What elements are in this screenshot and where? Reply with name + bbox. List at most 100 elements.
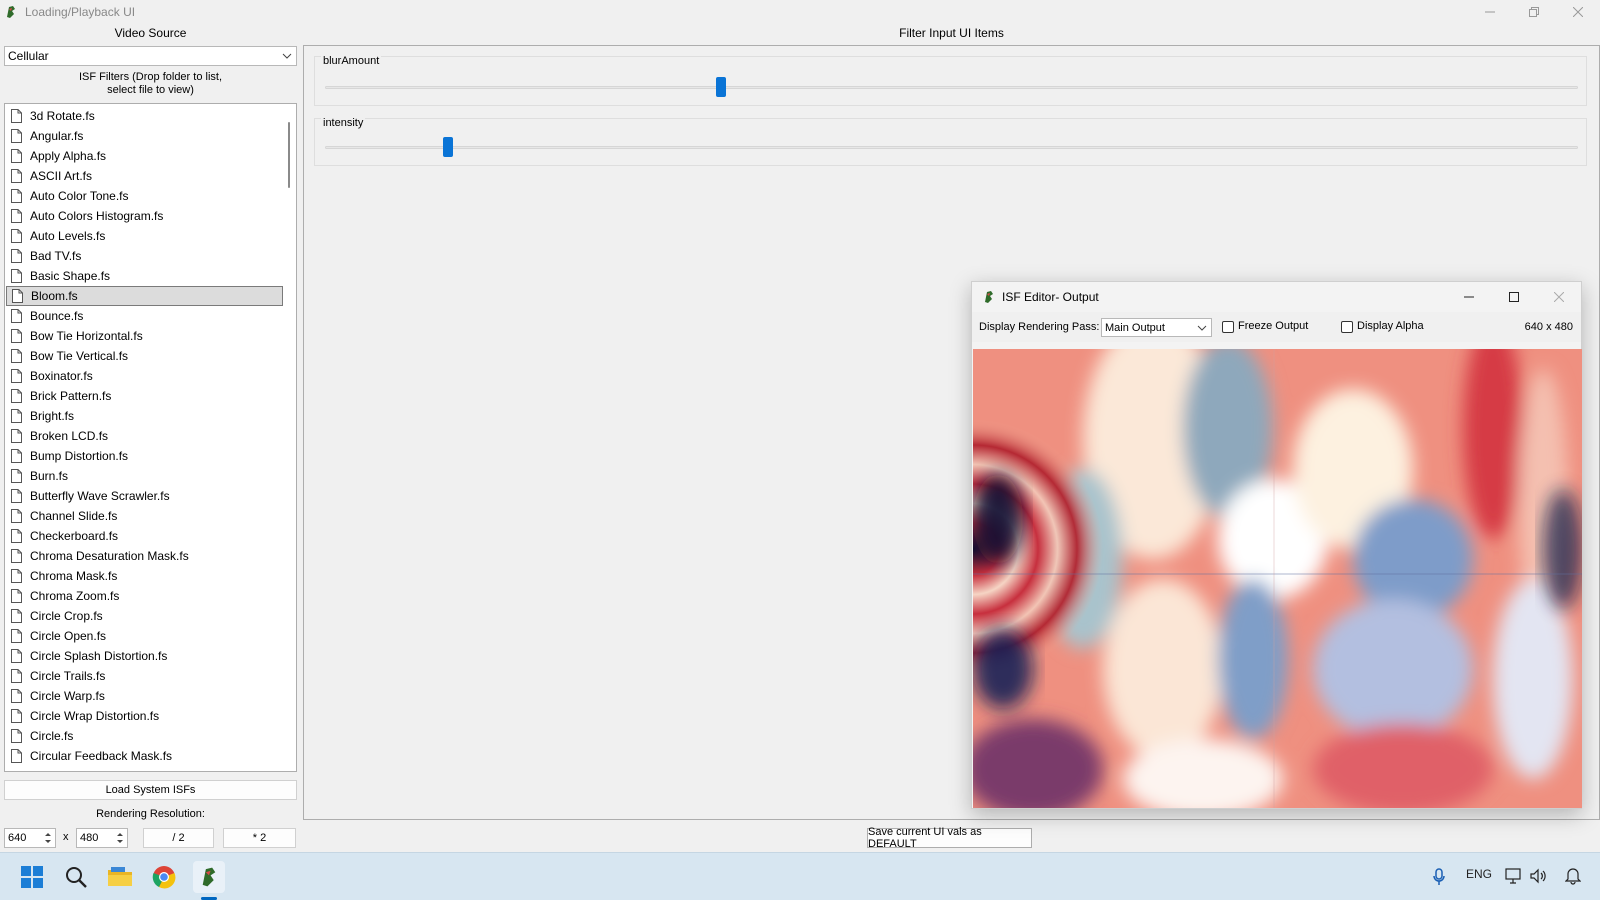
x-label: x bbox=[63, 831, 69, 843]
blur-amount-slider[interactable] bbox=[715, 77, 726, 97]
list-item[interactable]: Circle Warp.fs bbox=[6, 686, 283, 706]
list-item[interactable]: Circle Splash Distortion.fs bbox=[6, 646, 283, 666]
list-item[interactable]: Chroma Desaturation Mask.fs bbox=[6, 546, 283, 566]
chrome-icon bbox=[152, 866, 176, 889]
list-item[interactable]: ASCII Art.fs bbox=[6, 166, 283, 186]
rendering-pass-select[interactable]: Main Output bbox=[1101, 318, 1212, 337]
list-item[interactable]: Circular Feedback Mask.fs bbox=[6, 746, 283, 766]
list-item[interactable]: Apply Alpha.fs bbox=[6, 146, 283, 166]
output-window: ISF Editor- Output Display Rendering Pas… bbox=[971, 281, 1582, 809]
list-item[interactable]: Bow Tie Vertical.fs bbox=[6, 346, 283, 366]
list-item[interactable]: Chroma Zoom.fs bbox=[6, 586, 283, 606]
search-button[interactable] bbox=[60, 861, 92, 893]
volume-icon[interactable] bbox=[1530, 868, 1548, 884]
file-icon bbox=[11, 529, 22, 543]
file-icon bbox=[11, 209, 22, 223]
file-name: Butterfly Wave Scrawler.fs bbox=[30, 489, 170, 503]
file-name: Broken LCD.fs bbox=[30, 429, 109, 443]
intensity-track[interactable] bbox=[325, 146, 1578, 149]
file-name: Basic Shape.fs bbox=[30, 269, 111, 283]
file-name: Circle Warp.fs bbox=[30, 689, 105, 703]
file-name: Angular.fs bbox=[30, 129, 84, 143]
restore-button[interactable] bbox=[1512, 0, 1556, 24]
close-icon bbox=[1573, 7, 1583, 17]
list-item[interactable]: Bright.fs bbox=[6, 406, 283, 426]
width-value: 640 bbox=[8, 832, 27, 844]
notification-bell-icon[interactable] bbox=[1565, 867, 1581, 885]
minimize-button[interactable] bbox=[1468, 0, 1512, 24]
halve-resolution-button[interactable]: / 2 bbox=[143, 828, 214, 848]
list-item[interactable]: Circle Trails.fs bbox=[6, 666, 283, 686]
list-item[interactable]: Auto Colors Histogram.fs bbox=[6, 206, 283, 226]
file-name: Bloom.fs bbox=[31, 289, 78, 303]
height-spinbox[interactable]: 480 bbox=[76, 828, 128, 848]
rendering-pass-label: Display Rendering Pass: bbox=[979, 321, 1100, 333]
list-item[interactable]: Burn.fs bbox=[6, 466, 283, 486]
list-item[interactable]: Circle.fs bbox=[6, 726, 283, 746]
list-item[interactable]: Bump Distortion.fs bbox=[6, 446, 283, 466]
display-alpha-label: Display Alpha bbox=[1357, 320, 1424, 332]
list-item[interactable]: Auto Color Tone.fs bbox=[6, 186, 283, 206]
file-icon bbox=[11, 569, 22, 583]
list-item[interactable]: Chroma Mask.fs bbox=[6, 566, 283, 586]
display-alpha-checkbox[interactable] bbox=[1341, 321, 1353, 333]
list-item[interactable]: Bloom.fs bbox=[6, 286, 283, 306]
window-title: Loading/Playback UI bbox=[25, 5, 136, 19]
search-icon bbox=[66, 867, 87, 888]
spin-arrows-icon[interactable] bbox=[43, 830, 53, 846]
list-item[interactable]: Brick Pattern.fs bbox=[6, 386, 283, 406]
file-name: Circle.fs bbox=[30, 729, 74, 743]
language-indicator[interactable]: ENG bbox=[1466, 867, 1492, 881]
blur-amount-label: blurAmount bbox=[321, 55, 382, 67]
start-icon bbox=[21, 866, 43, 888]
start-button[interactable] bbox=[16, 861, 48, 893]
list-item[interactable]: Checkerboard.fs bbox=[6, 526, 283, 546]
file-name: Bad TV.fs bbox=[30, 249, 82, 263]
filter-file-list[interactable]: 3d Rotate.fs Angular.fs Apply Alpha.fs ASCI… bbox=[4, 103, 297, 772]
list-item[interactable]: Basic Shape.fs bbox=[6, 266, 283, 286]
save-defaults-button[interactable]: Save current UI vals as DEFAULT bbox=[867, 826, 1032, 850]
list-scrollbar[interactable] bbox=[288, 122, 290, 188]
load-system-isfs-button[interactable]: Load System ISFs bbox=[4, 780, 297, 800]
file-icon bbox=[11, 129, 22, 143]
file-icon bbox=[11, 609, 22, 623]
list-item[interactable]: Butterfly Wave Scrawler.fs bbox=[6, 486, 283, 506]
file-explorer-button[interactable] bbox=[104, 861, 136, 893]
list-item[interactable]: Bad TV.fs bbox=[6, 246, 283, 266]
output-maximize-button[interactable] bbox=[1491, 282, 1536, 311]
spin-arrows-icon[interactable] bbox=[115, 830, 125, 846]
list-item[interactable]: Bow Tie Horizontal.fs bbox=[6, 326, 283, 346]
list-item[interactable]: Auto Levels.fs bbox=[6, 226, 283, 246]
isf-editor-button[interactable] bbox=[193, 861, 225, 893]
intensity-slider[interactable] bbox=[442, 137, 453, 157]
output-minimize-button[interactable] bbox=[1446, 282, 1491, 311]
output-close-button[interactable] bbox=[1536, 282, 1581, 311]
list-item[interactable]: Circle Crop.fs bbox=[6, 606, 283, 626]
microphone-icon[interactable] bbox=[1432, 868, 1446, 886]
list-item[interactable]: Circle Wrap Distortion.fs bbox=[6, 706, 283, 726]
file-icon bbox=[11, 589, 22, 603]
blur-amount-track[interactable] bbox=[325, 86, 1578, 89]
list-item[interactable]: Circle Open.fs bbox=[6, 626, 283, 646]
list-item[interactable]: Bounce.fs bbox=[6, 306, 283, 326]
list-item[interactable]: Broken LCD.fs bbox=[6, 426, 283, 446]
file-icon bbox=[11, 669, 22, 683]
chrome-button[interactable] bbox=[148, 861, 180, 893]
freeze-output-checkbox[interactable] bbox=[1222, 321, 1234, 333]
list-item[interactable]: Channel Slide.fs bbox=[6, 506, 283, 526]
file-icon bbox=[11, 409, 22, 423]
filters-heading: ISF Filters (Drop folder to list, select… bbox=[78, 71, 223, 96]
network-icon[interactable] bbox=[1505, 868, 1523, 884]
rendering-pass-value: Main Output bbox=[1105, 321, 1165, 334]
file-name: Chroma Zoom.fs bbox=[30, 589, 120, 603]
width-spinbox[interactable]: 640 bbox=[4, 828, 56, 848]
list-item[interactable]: Angular.fs bbox=[6, 126, 283, 146]
file-icon bbox=[11, 489, 22, 503]
double-resolution-button[interactable]: * 2 bbox=[223, 828, 296, 848]
video-source-select[interactable]: Cellular bbox=[4, 46, 297, 66]
close-button[interactable] bbox=[1556, 0, 1600, 24]
list-item[interactable]: Boxinator.fs bbox=[6, 366, 283, 386]
restore-icon bbox=[1529, 7, 1539, 17]
file-icon bbox=[12, 289, 23, 303]
list-item[interactable]: 3d Rotate.fs bbox=[6, 106, 283, 126]
